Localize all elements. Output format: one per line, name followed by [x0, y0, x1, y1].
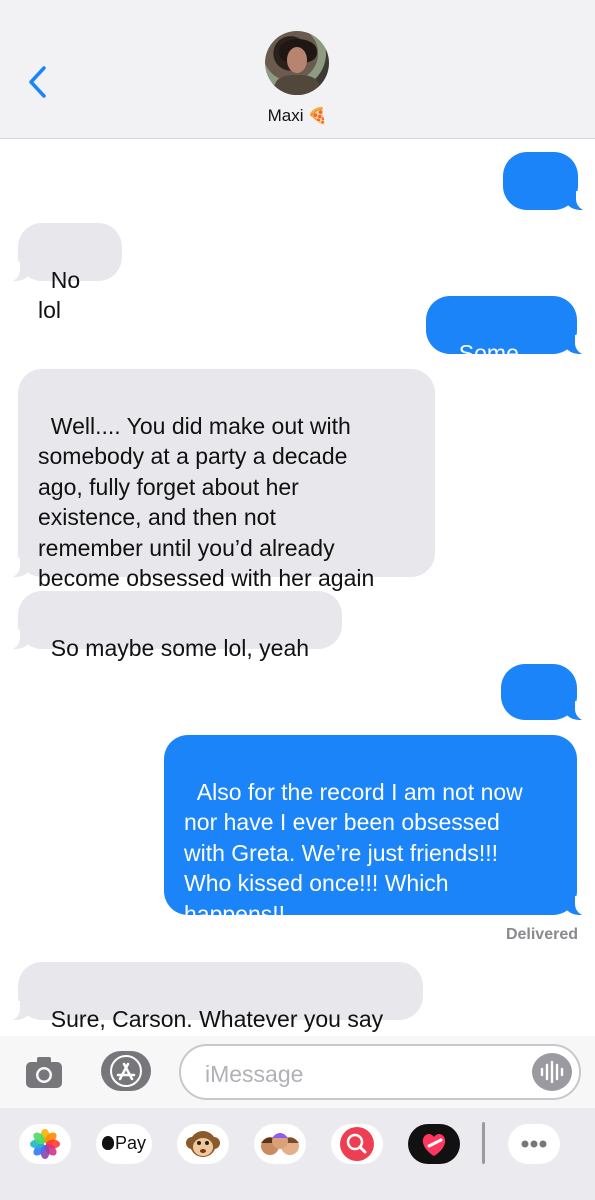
message-text: Also for the record I am not now nor hav…	[184, 778, 523, 927]
contact-name[interactable]: Maxi 🍕	[0, 106, 595, 126]
apple-pay-button[interactable]: Pay	[96, 1124, 152, 1164]
audio-message-button[interactable]	[532, 1053, 572, 1091]
message-input[interactable]	[203, 1058, 527, 1090]
compose-bar	[0, 1036, 595, 1108]
image-search-button[interactable]	[331, 1124, 383, 1164]
apple-pay-label: Pay	[114, 1133, 147, 1153]
chevron-left-icon	[29, 66, 46, 98]
more-apps-button[interactable]	[508, 1124, 560, 1164]
app-drawer-divider	[482, 1122, 485, 1164]
photos-app-button[interactable]	[19, 1124, 71, 1164]
digital-touch-icon	[422, 1134, 446, 1156]
app-store-icon	[110, 1055, 142, 1087]
message-text: Some lol?	[446, 339, 526, 397]
conversation-header: Maxi 🍕	[0, 0, 595, 139]
message-bubble-sent[interactable]: Also for the record I am not now nor hav…	[164, 735, 591, 927]
memoji-button[interactable]	[254, 1124, 306, 1164]
message-bubble-sent[interactable]	[501, 664, 591, 769]
pizza-emoji: 🍕	[307, 108, 328, 125]
photos-icon	[30, 1129, 60, 1159]
message-text: Well.... You did make out with somebody …	[38, 412, 375, 592]
message-bubble-received[interactable]: Well.... You did make out with somebody …	[4, 369, 435, 591]
back-button[interactable]	[24, 64, 52, 100]
image-search-icon	[340, 1127, 374, 1161]
camera-button[interactable]	[24, 1054, 64, 1090]
animoji-button[interactable]	[177, 1124, 229, 1164]
message-text: Sure, Carson. Whatever you say	[50, 1005, 384, 1032]
message-text: No lol	[38, 266, 87, 324]
more-icon	[521, 1140, 547, 1148]
monkey-animoji-icon	[186, 1131, 220, 1157]
message-text: So maybe some lol, yeah	[50, 634, 310, 661]
app-store-button[interactable]	[101, 1051, 151, 1091]
waveform-icon	[540, 1060, 564, 1084]
message-text: Lol	[523, 226, 554, 252]
message-bubble-received[interactable]: So maybe some lol, yeah	[4, 591, 342, 661]
contact-name-text: Maxi	[267, 106, 304, 125]
contact-avatar[interactable]	[265, 31, 329, 95]
apple-logo-icon	[101, 1136, 114, 1150]
digital-touch-button[interactable]	[408, 1124, 460, 1164]
message-bubble-sent[interactable]: Lol	[503, 152, 592, 252]
camera-icon	[26, 1057, 62, 1088]
app-drawer: Pay	[0, 1108, 595, 1200]
message-bubble-sent[interactable]: Some lol?	[426, 296, 591, 396]
message-input-field[interactable]	[179, 1044, 581, 1100]
message-bubble-received[interactable]: No lol	[4, 223, 122, 323]
memoji-icon	[261, 1133, 299, 1155]
delivery-status: Delivered	[505, 926, 578, 943]
message-bubble-received[interactable]: Sure, Carson. Whatever you say	[4, 962, 423, 1032]
